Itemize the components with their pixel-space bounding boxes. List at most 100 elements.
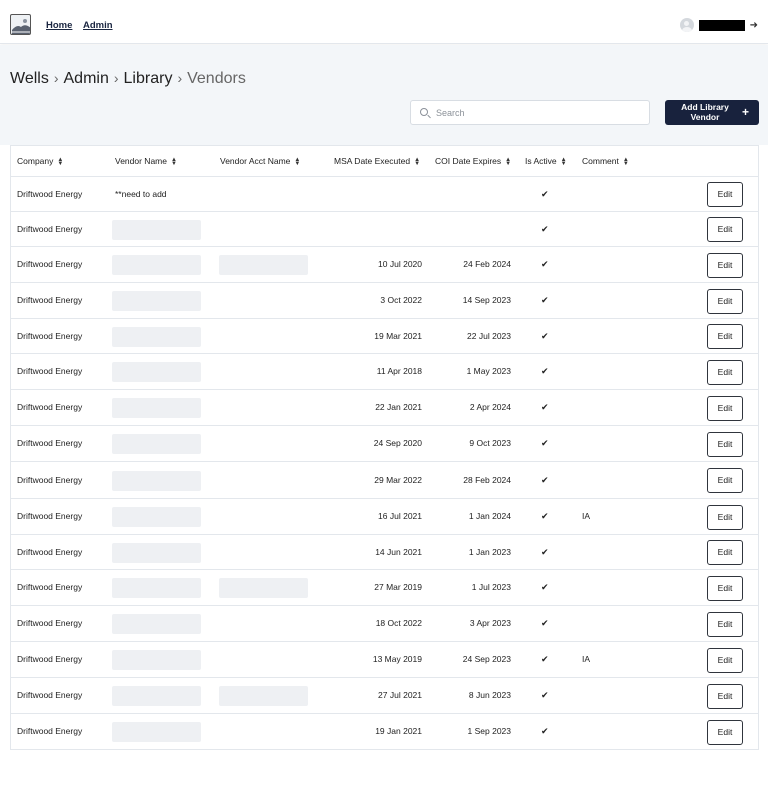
vendor-name-redacted xyxy=(112,578,201,598)
breadcrumb-wells[interactable]: Wells xyxy=(10,70,49,87)
column-header-vendor-name[interactable]: Vendor Name ▲ ▼ xyxy=(115,156,177,167)
msa-date-cell: 13 May 2019 xyxy=(372,654,422,664)
vendor-name-redacted xyxy=(112,650,201,670)
breadcrumb-vendors: Vendors xyxy=(187,70,246,87)
edit-button[interactable]: Edit xyxy=(707,289,743,314)
company-cell: Driftwood Energy xyxy=(17,654,83,664)
nav-admin-link[interactable]: Admin xyxy=(83,20,113,31)
company-cell: Driftwood Energy xyxy=(17,582,83,592)
table-row: Driftwood Energy 16 Jul 2021 1 Jan 2024 ✔ IA… xyxy=(11,499,758,535)
checkmark-icon: ✔ xyxy=(541,654,549,664)
column-header-comment[interactable]: Comment ▲ ▼ xyxy=(582,156,629,167)
edit-button[interactable]: Edit xyxy=(707,576,743,601)
checkmark-icon: ✔ xyxy=(541,726,549,736)
msa-date-cell: 11 Apr 2018 xyxy=(376,366,422,376)
msa-date-cell: 3 Oct 2022 xyxy=(380,295,422,305)
msa-date-cell: 27 Mar 2019 xyxy=(374,582,422,592)
edit-button[interactable]: Edit xyxy=(707,217,743,242)
coi-date-cell: 1 Jan 2023 xyxy=(468,547,511,557)
vendor-name-redacted xyxy=(112,255,201,275)
edit-button[interactable]: Edit xyxy=(707,360,743,385)
user-menu[interactable]: ➜ xyxy=(679,17,758,33)
checkmark-icon: ✔ xyxy=(541,618,549,628)
table-row: Driftwood Energy 19 Mar 2021 22 Jul 2023 ✔ E… xyxy=(11,319,758,354)
checkmark-icon: ✔ xyxy=(541,402,549,412)
sort-icon: ▲ ▼ xyxy=(622,156,629,167)
coi-date-cell: 8 Jun 2023 xyxy=(468,690,511,700)
msa-date-cell: 19 Mar 2021 xyxy=(374,331,422,341)
column-header-msa-date[interactable]: MSA Date Executed ▲ ▼ xyxy=(334,156,421,167)
table-row: Driftwood Energy 29 Mar 2022 28 Feb 2024 ✔ E… xyxy=(11,462,758,499)
checkmark-icon: ✔ xyxy=(541,582,549,592)
search-box[interactable] xyxy=(410,100,650,125)
sort-icon: ▲ ▼ xyxy=(57,156,64,167)
table-row: Driftwood Energy 11 Apr 2018 1 May 2023 ✔ Ed… xyxy=(11,354,758,390)
edit-button[interactable]: Edit xyxy=(707,432,743,457)
checkmark-icon: ✔ xyxy=(541,438,549,448)
msa-date-cell: 18 Oct 2022 xyxy=(375,618,422,628)
vendor-name-redacted xyxy=(112,471,201,491)
table-row: Driftwood Energy 13 May 2019 24 Sep 2023 ✔ I… xyxy=(11,642,758,678)
checkmark-icon: ✔ xyxy=(541,189,549,199)
vendor-name-redacted xyxy=(112,220,201,240)
table-row: Driftwood Energy 10 Jul 2020 24 Feb 2024 ✔ E… xyxy=(11,247,758,283)
breadcrumb-library[interactable]: Library xyxy=(124,70,173,87)
nav-home-link[interactable]: Home xyxy=(46,20,72,31)
msa-date-cell: 27 Jul 2021 xyxy=(378,690,422,700)
column-header-vendor-acct-name[interactable]: Vendor Acct Name ▲ ▼ xyxy=(220,156,300,167)
company-cell: Driftwood Energy xyxy=(17,259,83,269)
table-row: Driftwood Energy 18 Oct 2022 3 Apr 2023 ✔ Ed… xyxy=(11,606,758,642)
edit-button[interactable]: Edit xyxy=(707,684,743,709)
edit-button[interactable]: Edit xyxy=(707,648,743,673)
table-row: Driftwood Energy 14 Jun 2021 1 Jan 2023 ✔ Ed… xyxy=(11,535,758,570)
sort-icon: ▲ ▼ xyxy=(505,156,512,167)
username-redacted xyxy=(698,19,745,31)
breadcrumb: Wells › Admin › Library › Vendors xyxy=(10,70,246,88)
edit-button[interactable]: Edit xyxy=(707,324,743,349)
edit-button[interactable]: Edit xyxy=(707,540,743,565)
vendor-name-redacted xyxy=(112,327,201,347)
vendor-name-redacted xyxy=(112,434,201,454)
breadcrumb-admin[interactable]: Admin xyxy=(64,70,109,87)
edit-button[interactable]: Edit xyxy=(707,253,743,278)
checkmark-icon: ✔ xyxy=(541,366,549,376)
vendor-name-redacted xyxy=(112,507,201,527)
company-cell: Driftwood Energy xyxy=(17,402,83,412)
column-header-company[interactable]: Company ▲ ▼ xyxy=(17,156,64,167)
company-cell: Driftwood Energy xyxy=(17,438,83,448)
vendor-name-redacted xyxy=(112,686,201,706)
vendor-acct-name-redacted xyxy=(219,255,308,275)
edit-button[interactable]: Edit xyxy=(707,182,743,207)
add-library-vendor-button[interactable]: Add Library Vendor + xyxy=(665,100,759,125)
search-input[interactable] xyxy=(436,103,641,122)
avatar[interactable] xyxy=(679,18,694,32)
table-row: Driftwood Energy 19 Jan 2021 1 Sep 2023 ✔ Ed… xyxy=(11,714,758,750)
coi-date-cell: 28 Feb 2024 xyxy=(463,475,511,485)
msa-date-cell: 29 Mar 2022 xyxy=(374,475,422,485)
company-cell: Driftwood Energy xyxy=(17,511,83,521)
edit-button[interactable]: Edit xyxy=(707,612,743,637)
vendor-name-redacted xyxy=(112,543,201,563)
msa-date-cell: 19 Jan 2021 xyxy=(375,726,422,736)
page-header xyxy=(0,45,768,145)
coi-date-cell: 24 Feb 2024 xyxy=(463,259,511,269)
chevron-right-icon: › xyxy=(113,70,119,86)
sort-icon: ▲ ▼ xyxy=(414,156,421,167)
msa-date-cell: 24 Sep 2020 xyxy=(373,438,422,448)
coi-date-cell: 3 Apr 2023 xyxy=(469,618,511,628)
msa-date-cell: 22 Jan 2021 xyxy=(375,402,422,412)
table-row: Driftwood Energy **need to add ✔ Edit xyxy=(11,177,758,212)
column-header-is-active[interactable]: Is Active ▲ ▼ xyxy=(525,156,567,167)
edit-button[interactable]: Edit xyxy=(707,720,743,745)
coi-date-cell: 22 Jul 2023 xyxy=(467,331,511,341)
logout-icon[interactable]: ➜ xyxy=(750,20,758,31)
chevron-right-icon: › xyxy=(177,70,183,86)
coi-date-cell: 2 Apr 2024 xyxy=(469,402,511,412)
logo-icon[interactable] xyxy=(10,14,31,35)
edit-button[interactable]: Edit xyxy=(707,505,743,530)
column-header-coi-date[interactable]: COI Date Expires ▲ ▼ xyxy=(435,156,512,167)
edit-button[interactable]: Edit xyxy=(707,468,743,493)
checkmark-icon: ✔ xyxy=(541,259,549,269)
table-header: Company ▲ ▼ Vendor Name ▲ ▼ Vendor Acct Name… xyxy=(11,146,758,177)
edit-button[interactable]: Edit xyxy=(707,396,743,421)
